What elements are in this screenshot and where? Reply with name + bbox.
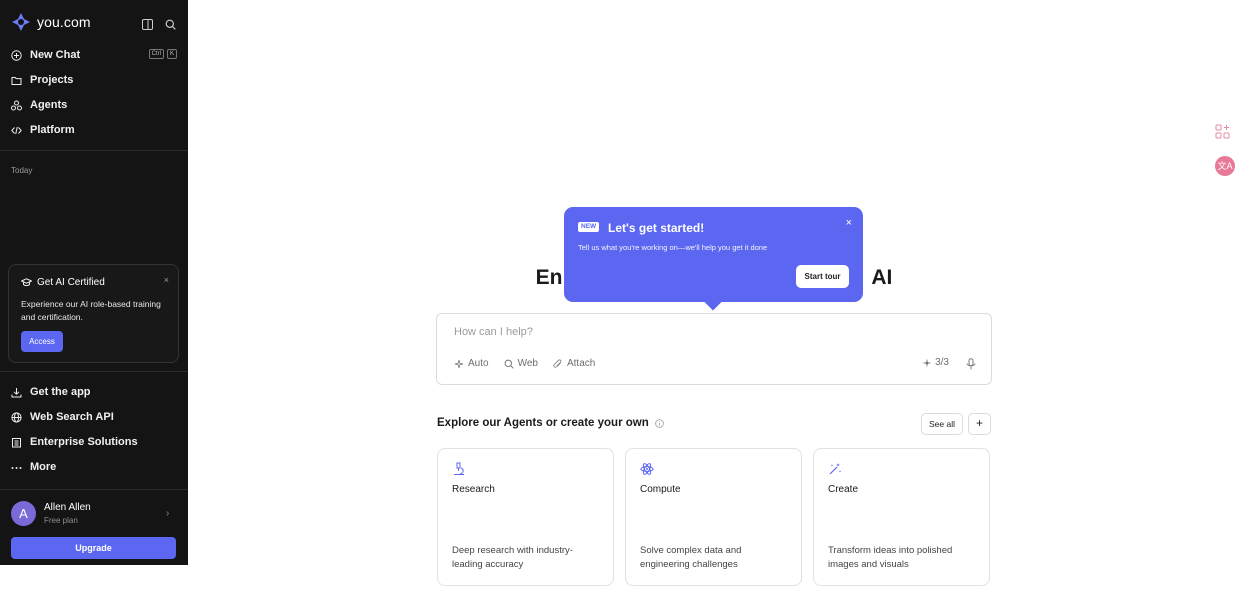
see-all-button[interactable]: See all <box>921 413 963 435</box>
shortcut-key: K <box>166 49 177 59</box>
avatar: A <box>11 501 36 526</box>
sidebar-item-label: New Chat <box>30 49 81 61</box>
auto-button[interactable]: Auto <box>454 358 489 369</box>
user-profile[interactable]: A Allen Allen Free plan <box>11 501 91 526</box>
translate-icon[interactable]: 文A <box>1215 156 1235 176</box>
user-name: Allen Allen <box>44 502 91 513</box>
divider <box>0 371 188 372</box>
microscope-icon <box>454 462 464 475</box>
agents-icon <box>11 100 22 110</box>
card-title: Compute <box>640 484 681 495</box>
chat-input-box[interactable]: How can I help? Auto Web Attach 3/3 <box>436 313 992 385</box>
usage-count: 3/3 <box>935 357 949 368</box>
headline-right: AI <box>871 266 893 289</box>
chevron-right-icon[interactable]: › <box>166 508 169 519</box>
microphone-icon[interactable] <box>966 358 976 370</box>
sidebar-item-label: Projects <box>30 74 74 86</box>
cert-title-text: Get AI Certified <box>37 277 105 288</box>
popover-pointer <box>704 293 722 311</box>
onboarding-popover: NEW Let's get started! × Tell us what yo… <box>564 207 863 311</box>
paperclip-icon <box>553 358 562 368</box>
sparkle-icon <box>454 359 464 368</box>
popover-description: Tell us what you're working on—we'll hel… <box>578 243 768 252</box>
agent-card-create[interactable]: Create Transform ideas into polished ima… <box>813 448 990 586</box>
search-icon[interactable] <box>165 17 176 30</box>
close-icon[interactable]: × <box>164 275 169 285</box>
sidebar-item-label: Agents <box>30 99 68 111</box>
card-description: Transform ideas into polished images and… <box>828 545 953 570</box>
explore-heading: Explore our Agents or create your own <box>437 417 664 429</box>
divider <box>0 489 188 490</box>
sparkle-icon <box>922 358 932 367</box>
apps-add-icon[interactable] <box>1215 124 1231 140</box>
web-label: Web <box>517 358 538 369</box>
sidebar-item-more[interactable]: More <box>11 458 177 476</box>
sidebar-item-label: Web Search API <box>30 411 114 423</box>
divider <box>0 150 188 151</box>
web-button[interactable]: Web <box>504 358 538 369</box>
close-icon[interactable]: × <box>846 217 852 229</box>
new-badge: NEW <box>578 222 600 232</box>
card-title: Create <box>828 484 859 495</box>
code-icon <box>11 126 22 134</box>
agent-card-research[interactable]: Research Deep research with industry-lea… <box>437 448 614 586</box>
download-icon <box>11 387 22 397</box>
add-agent-button[interactable]: + <box>968 413 991 435</box>
sidebar-item-web-search-api[interactable]: Web Search API <box>11 408 177 426</box>
agent-card-compute[interactable]: Compute Solve complex data and engineeri… <box>625 448 802 586</box>
upgrade-button[interactable]: Upgrade <box>11 537 176 559</box>
sidebar: you.com New Chat Ctrl K Projects Agents … <box>0 0 188 565</box>
plus-circle-icon <box>11 49 22 61</box>
certification-card: Get AI Certified × Experience our AI rol… <box>8 264 179 363</box>
usage-counter[interactable]: 3/3 <box>922 357 949 368</box>
sidebar-item-platform[interactable]: Platform <box>11 121 177 139</box>
card-description: Deep research with industry-leading accu… <box>452 545 573 570</box>
info-icon[interactable] <box>654 418 664 428</box>
sidebar-item-label: Enterprise Solutions <box>30 436 138 448</box>
headline-left: En <box>535 266 563 289</box>
user-plan: Free plan <box>44 516 78 525</box>
sidebar-item-agents[interactable]: Agents <box>11 96 177 114</box>
shortcut-key: Ctrl <box>148 49 164 59</box>
search-icon <box>504 359 514 369</box>
sidebar-item-label: More <box>30 461 57 473</box>
popover-title: Let's get started! <box>608 221 705 235</box>
globe-icon <box>11 411 22 423</box>
auto-label: Auto <box>468 358 489 369</box>
brand-name: you.com <box>37 14 91 30</box>
brand[interactable]: you.com <box>11 12 91 32</box>
explore-title: Explore our Agents or create your own <box>437 417 649 429</box>
building-icon <box>12 437 21 447</box>
magic-wand-icon <box>829 463 842 475</box>
card-description: Solve complex data and engineering chall… <box>640 545 742 570</box>
chat-input-placeholder[interactable]: How can I help? <box>454 326 533 338</box>
attach-button[interactable]: Attach <box>553 358 595 369</box>
cert-title: Get AI Certified <box>21 277 105 288</box>
folder-icon <box>11 76 22 85</box>
attach-label: Attach <box>566 358 596 369</box>
sidebar-item-label: Platform <box>30 124 75 136</box>
sidebar-item-get-app[interactable]: Get the app <box>11 383 177 401</box>
start-tour-button[interactable]: Start tour <box>796 265 849 288</box>
sidebar-item-enterprise[interactable]: Enterprise Solutions <box>11 433 177 451</box>
cert-description: Experience our AI role-based training an… <box>21 299 161 322</box>
keyboard-shortcut: Ctrl K <box>148 49 177 59</box>
chat-tools: Auto Web Attach <box>454 358 595 369</box>
atom-icon <box>640 463 654 475</box>
toggle-sidebar-icon[interactable] <box>142 17 153 30</box>
sidebar-item-projects[interactable]: Projects <box>11 71 177 89</box>
sidebar-item-label: Get the app <box>30 386 91 398</box>
sidebar-item-new-chat[interactable]: New Chat Ctrl K <box>11 46 177 64</box>
section-label-today: Today <box>11 166 33 175</box>
graduation-cap-icon <box>21 278 32 287</box>
you-logo-icon <box>12 13 30 31</box>
more-icon <box>11 466 22 469</box>
card-title: Research <box>452 484 495 495</box>
access-button[interactable]: Access <box>21 331 63 352</box>
